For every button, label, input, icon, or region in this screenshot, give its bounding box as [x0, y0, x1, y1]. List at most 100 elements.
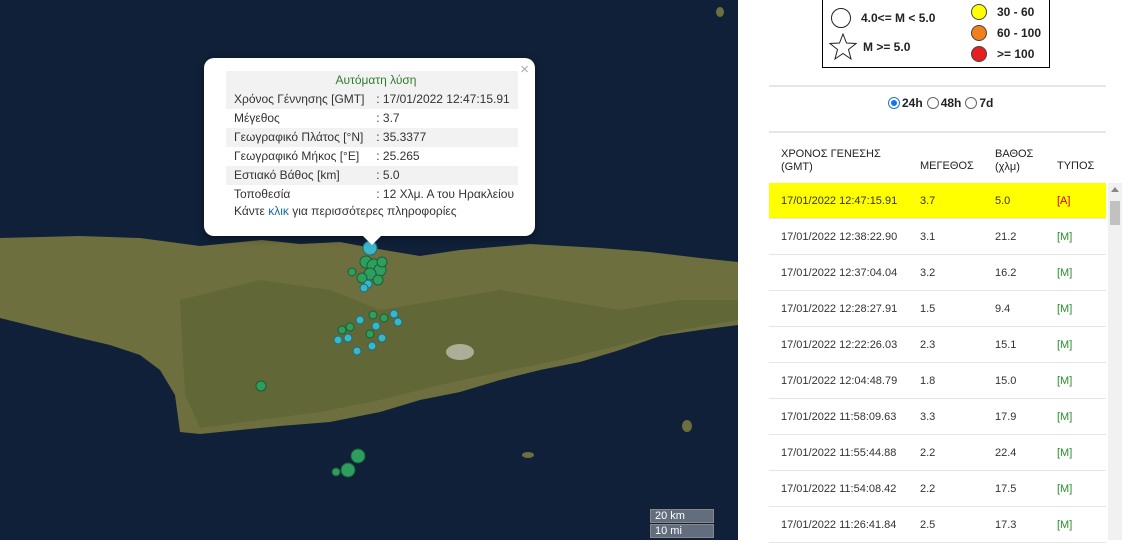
quake-marker[interactable]: [367, 341, 377, 351]
quake-marker[interactable]: [340, 462, 356, 478]
quake-marker[interactable]: [331, 467, 341, 477]
table-scrollbar[interactable]: [1108, 183, 1122, 540]
quake-marker[interactable]: [376, 256, 388, 268]
cell-time: 17/01/2022 12:47:15.91: [781, 195, 898, 207]
cell-type: [M]: [1057, 303, 1073, 315]
cell-depth: 5.0: [995, 195, 1011, 207]
legend-label: 4.0<= M < 5.0: [861, 11, 936, 25]
quake-marker[interactable]: [359, 283, 369, 293]
popup-row: Γεωγραφικό Πλάτος [°N]: 35.3377: [226, 128, 518, 147]
quake-marker[interactable]: [393, 317, 403, 327]
table-row[interactable]: 17/01/2022 12:04:48.79 1.8 15.0 [M]: [769, 363, 1106, 399]
scroll-thumb[interactable]: [1110, 201, 1120, 225]
divider: [769, 85, 1106, 87]
header-depth: ΒΑΘΟΣ (χλμ): [995, 148, 1033, 174]
quake-marker[interactable]: [371, 321, 381, 331]
white-circle-icon: [831, 8, 851, 28]
radio-7d[interactable]: [965, 97, 978, 109]
cell-type: [M]: [1057, 375, 1073, 387]
radio-label-48h: 48h: [940, 96, 962, 110]
quake-marker[interactable]: [333, 335, 343, 345]
popup-value: : 35.3377: [368, 128, 518, 147]
header-mag: ΜΕΓΕΘΟΣ: [920, 160, 974, 172]
cell-time: 17/01/2022 11:54:08.42: [781, 483, 897, 495]
table-row[interactable]: 17/01/2022 12:28:27.91 1.5 9.4 [M]: [769, 291, 1106, 327]
quake-marker[interactable]: [343, 333, 353, 343]
quake-marker[interactable]: [255, 380, 267, 392]
cell-mag: 3.3: [920, 411, 936, 423]
red-dot-icon: [971, 46, 987, 62]
table-row[interactable]: 17/01/2022 12:47:15.91 3.7 5.0 [A]: [769, 183, 1106, 219]
map-panel[interactable]: × Αυτόματη λύση Χρόνος Γέννησης [GMT]: 1…: [0, 0, 738, 540]
quake-marker[interactable]: [372, 274, 384, 286]
popup-row: Τοποθεσία : 12 Χλμ. Α του Ηρακλείου: [226, 185, 518, 204]
snow-peak: [446, 344, 474, 360]
cell-depth: 9.4: [995, 303, 1011, 315]
legend-item: 30 - 60: [971, 4, 1034, 20]
header-time: ΧΡΟΝΟΣ ΓΕΝΕΣΗΣ (GMT): [781, 148, 881, 174]
cell-type: [M]: [1057, 519, 1073, 531]
legend-item: 4.0<= M < 5.0: [831, 8, 935, 28]
quake-marker[interactable]: [350, 448, 366, 464]
header-depth-label: ΒΑΘΟΣ: [995, 148, 1034, 160]
table-row[interactable]: 17/01/2022 12:37:04.04 3.2 16.2 [M]: [769, 255, 1106, 291]
cell-mag: 3.2: [920, 267, 936, 279]
cell-depth: 15.0: [995, 375, 1017, 387]
scroll-up-arrow-icon[interactable]: [1111, 187, 1119, 192]
cell-type: [M]: [1057, 339, 1073, 351]
popup-row: Μέγεθος : 3.7: [226, 109, 518, 128]
quake-marker[interactable]: [365, 329, 375, 339]
radio-48h[interactable]: [926, 97, 939, 109]
radio-24h[interactable]: [888, 97, 900, 109]
cell-mag: 1.5: [920, 303, 936, 315]
divider: [769, 131, 1106, 133]
quake-marker[interactable]: [337, 325, 347, 335]
table-row[interactable]: 17/01/2022 11:55:44.88 2.2 22.4 [M]: [769, 435, 1106, 471]
table-row[interactable]: 17/01/2022 11:54:08.42 2.2 17.5 [M]: [769, 471, 1106, 507]
popup-label: Τοποθεσία: [234, 187, 291, 201]
cell-depth: 15.1: [995, 339, 1017, 351]
quake-marker[interactable]: [355, 315, 365, 325]
cell-type: [M]: [1057, 267, 1073, 279]
quake-marker[interactable]: [347, 267, 357, 277]
cell-depth: 17.5: [995, 483, 1017, 495]
more-info-text: Κάντε κλικ για περισσότερες πληροφορίες: [234, 204, 457, 218]
header-time-label: ΧΡΟΝΟΣ ΓΕΝΕΣΗΣ: [781, 148, 881, 160]
popup-label: Χρόνος Γέννησης [GMT]: [226, 90, 369, 109]
table-row[interactable]: 17/01/2022 11:26:41.84 2.5 17.3 [M]: [769, 507, 1106, 543]
legend-item: >= 100: [971, 46, 1034, 62]
popup-value: : 12 Χλμ. Α του Ηρακλείου: [376, 187, 515, 201]
legend-label: 30 - 60: [997, 5, 1035, 19]
quake-marker[interactable]: [368, 310, 378, 320]
legend-item: 60 - 100: [971, 25, 1041, 41]
scale-bar-mi: 10 mi: [650, 524, 714, 538]
cell-depth: 21.2: [995, 231, 1017, 243]
yellow-dot-icon: [971, 4, 987, 20]
event-popup: × Αυτόματη λύση Χρόνος Γέννησης [GMT]: 1…: [204, 58, 535, 245]
magnitude-legend: 4.0<= M < 5.0 M >= 5.0 30 - 60 60 - 100 …: [822, 0, 1050, 68]
more-info-link[interactable]: κλικ: [268, 204, 289, 218]
cell-mag: 3.7: [920, 195, 936, 207]
popup-label: Μέγεθος: [234, 111, 280, 125]
table-row[interactable]: 17/01/2022 11:58:09.63 3.3 17.9 [M]: [769, 399, 1106, 435]
quake-marker[interactable]: [352, 346, 362, 356]
cell-mag: 2.3: [920, 339, 936, 351]
popup-value: : 3.7: [376, 111, 400, 125]
cell-type: [M]: [1057, 411, 1073, 423]
islet: [716, 7, 724, 17]
popup-label: Γεωγραφικό Πλάτος [°N]: [226, 128, 369, 147]
quake-marker[interactable]: [389, 309, 399, 319]
legend-label: >= 100: [997, 47, 1035, 61]
quake-marker[interactable]: [377, 333, 387, 343]
legend-label: M >= 5.0: [863, 40, 911, 54]
cell-mag: 2.2: [920, 447, 936, 459]
close-icon[interactable]: ×: [520, 61, 529, 78]
event-details-table: Αυτόματη λύση Χρόνος Γέννησης [GMT]: 17/…: [226, 71, 518, 204]
table-row[interactable]: 17/01/2022 12:38:22.90 3.1 21.2 [M]: [769, 219, 1106, 255]
orange-dot-icon: [971, 25, 987, 41]
quake-marker[interactable]: [379, 313, 389, 323]
table-row[interactable]: 17/01/2022 12:22:26.03 2.3 15.1 [M]: [769, 327, 1106, 363]
popup-row: Γεωγραφικό Μήκος [°E]: 25.265: [226, 147, 518, 166]
popup-title: Αυτόματη λύση: [226, 71, 518, 90]
quake-marker[interactable]: [345, 322, 355, 332]
